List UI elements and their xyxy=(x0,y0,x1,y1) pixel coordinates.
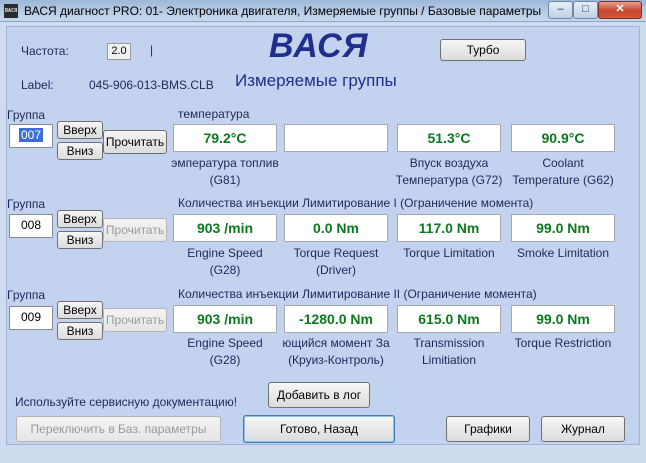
frequency-suffix: | xyxy=(150,43,154,57)
group-up-button[interactable]: Вверх xyxy=(57,301,103,319)
value-field-2 xyxy=(284,124,388,152)
value-label-2: ющийся момент За (Круиз-Контроль) xyxy=(282,336,390,367)
app-icon: ВАСЯ xyxy=(4,4,18,18)
value-label-1: Engine Speed (G28) xyxy=(187,246,263,277)
window-title: ВАСЯ диагност PRO: 01- Электроника двига… xyxy=(24,4,542,18)
read-button[interactable]: Прочитать xyxy=(103,130,167,154)
label-caption: Label: xyxy=(21,78,54,92)
value-label-2: Torque Request (Driver) xyxy=(293,246,379,277)
value-field-3: 117.0 Nm xyxy=(397,214,501,242)
app-logo: ВАСЯ xyxy=(269,27,369,65)
value-field-3: 51.3°C xyxy=(397,124,501,152)
group-title: температура xyxy=(178,107,250,121)
group-number-input[interactable]: 009 xyxy=(9,306,53,330)
main-panel: Частота: 2.0 | ВАСЯ Турбо Label: 045-906… xyxy=(6,26,640,445)
switch-basic-params-button[interactable]: Переключить в Баз. параметры xyxy=(16,416,221,442)
read-button[interactable]: Прочитать xyxy=(103,218,167,242)
group-down-button[interactable]: Вниз xyxy=(57,231,103,249)
value-label-4: Smoke Limitation xyxy=(516,246,610,260)
value-label-1: эмпература топлив (G81) xyxy=(171,156,279,187)
group-down-button[interactable]: Вниз xyxy=(57,322,103,340)
group-up-button[interactable]: Вверх xyxy=(57,210,103,228)
service-doc-hint: Используйте сервисную документацию! xyxy=(15,395,238,409)
done-back-button[interactable]: Готово, Назад xyxy=(243,415,395,443)
value-label-2 xyxy=(281,155,391,191)
value-field-1: 79.2°C xyxy=(173,124,277,152)
value-field-4: 99.0 Nm xyxy=(511,305,615,333)
group-up-button[interactable]: Вверх xyxy=(57,121,103,139)
group-label: Группа xyxy=(7,197,46,211)
value-field-3: 615.0 Nm xyxy=(397,305,501,333)
title-bar[interactable]: ВАСЯ ВАСЯ диагност PRO: 01- Электроника … xyxy=(0,0,646,22)
close-button[interactable]: ✕ xyxy=(598,1,642,19)
group-number-input[interactable]: 007 xyxy=(9,124,53,148)
value-label-1: Engine Speed (G28) xyxy=(187,336,263,367)
read-button[interactable]: Прочитать xyxy=(103,308,167,332)
value-field-2: 0.0 Nm xyxy=(284,214,388,242)
value-field-1: 903 /min xyxy=(173,305,277,333)
section-title: Измеряемые группы xyxy=(235,71,397,90)
value-field-4: 90.9°C xyxy=(511,124,615,152)
maximize-button[interactable]: □ xyxy=(573,1,598,19)
value-field-4: 99.0 Nm xyxy=(511,214,615,242)
group-down-button[interactable]: Вниз xyxy=(57,142,103,160)
minimize-button[interactable]: – xyxy=(548,1,573,19)
value-field-1: 903 /min xyxy=(173,214,277,242)
value-label-3: Torque Limitation xyxy=(403,246,495,260)
group-number-input[interactable]: 008 xyxy=(9,214,53,238)
turbo-button[interactable]: Турбо xyxy=(440,39,526,61)
value-label-3: Впуск воздуха Температура (G72) xyxy=(395,156,503,187)
group-number-text: 007 xyxy=(18,128,44,142)
group-label: Группа xyxy=(7,108,46,122)
label-value: 045-906-013-BMS.CLB xyxy=(89,78,214,92)
value-label-3: Transmission Limitiation xyxy=(413,336,485,367)
group-label: Группа xyxy=(7,288,46,302)
value-label-4: Coolant Temperature (G62) xyxy=(512,156,614,187)
value-field-2: -1280.0 Nm xyxy=(284,305,388,333)
journal-button[interactable]: Журнал xyxy=(541,416,625,442)
group-title: Количества инъекции Лимитирование II (Ог… xyxy=(178,287,537,301)
value-label-4: Torque Restriction xyxy=(514,336,612,350)
group-title: Количества инъекции Лимитирование I (Огр… xyxy=(178,196,534,210)
add-to-log-button[interactable]: Добавить в лог xyxy=(268,382,370,408)
frequency-value: 2.0 xyxy=(107,43,131,60)
frequency-label: Частота: xyxy=(21,44,69,58)
graphs-button[interactable]: Графики xyxy=(446,416,530,442)
